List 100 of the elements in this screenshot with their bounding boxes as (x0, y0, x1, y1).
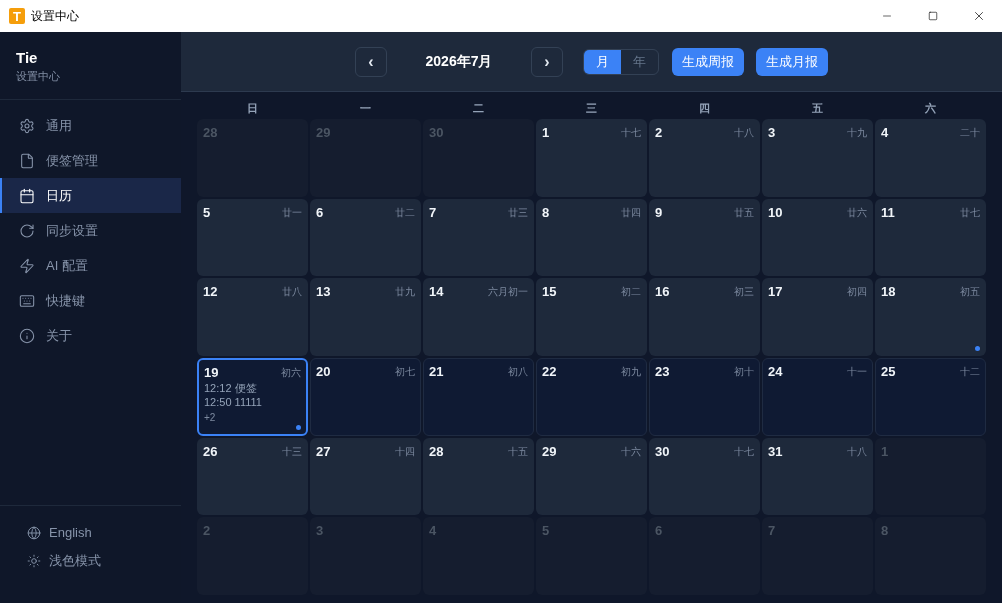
day-cell[interactable]: 31 十八 (762, 437, 873, 516)
day-cell[interactable]: 16 初三 (649, 278, 760, 356)
weekday-label: 日 (247, 101, 258, 117)
day-number: 21 (429, 364, 444, 380)
calendar-icon (19, 187, 35, 204)
day-number: 31 (768, 443, 783, 460)
day-cell[interactable]: 23 初十 (649, 358, 760, 436)
nav-item[interactable]: 日历 (0, 178, 181, 213)
day-cell[interactable]: 22 初九 (536, 358, 647, 436)
day-number: 8 (542, 204, 550, 221)
day-number: 6 (316, 204, 324, 221)
day-cell[interactable]: 9 廿五 (649, 198, 760, 277)
day-cell[interactable]: 24 十一 (762, 358, 873, 436)
day-cell[interactable]: 27 十四 (310, 437, 421, 516)
globe-icon (27, 526, 41, 540)
lunar-date: 十八 (734, 126, 754, 140)
nav-item[interactable]: 关于 (0, 318, 181, 353)
day-cell[interactable]: 10 廿六 (762, 198, 873, 277)
footer-item[interactable]: 浅色模式 (0, 547, 181, 575)
day-cell[interactable]: 26 十三 (197, 437, 308, 516)
lunar-date: 十三 (282, 444, 302, 459)
lunar-date: 十六 (621, 444, 641, 459)
gear-icon (19, 117, 35, 134)
day-number: 28 (429, 443, 444, 460)
day-number: 3 (768, 125, 776, 141)
day-cell[interactable]: 20 初七 (310, 358, 421, 436)
nav-item[interactable]: AI 配置 (0, 248, 181, 283)
app-subtitle: 设置中心 (16, 69, 61, 84)
day-cell[interactable]: 29 十六 (536, 437, 647, 516)
day-cell[interactable]: 25 十二 (875, 358, 986, 436)
more-count[interactable]: +2 (204, 411, 216, 424)
next-month-button[interactable]: › (531, 46, 563, 77)
lunar-date: 廿九 (395, 285, 415, 300)
day-number: 30 (429, 125, 444, 141)
day-cell[interactable]: 1 十七 (536, 119, 647, 197)
view-tab[interactable]: 月 (584, 49, 621, 74)
maximize-icon (928, 11, 938, 21)
lunar-date: 初八 (508, 365, 528, 379)
event-entry[interactable]: 12:12 便签 (204, 381, 257, 395)
day-number: 23 (655, 364, 670, 380)
day-cell[interactable]: 2 十八 (649, 119, 760, 197)
day-number: 24 (768, 364, 783, 380)
day-number: 25 (881, 364, 896, 380)
weekday-label: 二 (473, 101, 484, 117)
event-entry[interactable]: 12:50 11111 (204, 395, 262, 409)
lunar-date: 十七 (734, 444, 754, 459)
day-cell[interactable]: 13 廿九 (310, 278, 421, 356)
document-icon (19, 152, 35, 169)
report-button[interactable]: 生成月报 (756, 47, 828, 76)
day-number: 4 (881, 125, 889, 141)
day-cell[interactable]: 17 初四 (762, 278, 873, 356)
circular-arrow-icon (19, 222, 35, 239)
day-cell[interactable]: 8 廿四 (536, 198, 647, 277)
report-button[interactable]: 生成周报 (672, 47, 744, 76)
day-number: 11 (881, 204, 895, 221)
lunar-date: 十五 (508, 444, 528, 459)
nav-item[interactable]: 快捷键 (0, 283, 181, 318)
weekday-label: 六 (925, 101, 936, 117)
lunar-date: 初七 (395, 365, 415, 379)
day-number: 10 (768, 204, 783, 221)
day-number: 7 (768, 523, 776, 540)
day-number: 20 (316, 364, 331, 380)
day-cell[interactable]: 30 十七 (649, 437, 760, 516)
lunar-date: 廿三 (508, 205, 528, 220)
day-number: 22 (542, 364, 557, 380)
lunar-date: 十一 (847, 365, 867, 379)
window-title: 设置中心 (31, 8, 79, 25)
day-number: 18 (881, 284, 896, 301)
previous-month-button[interactable]: ‹ (355, 46, 387, 77)
day-number: 3 (316, 523, 324, 540)
footer-item[interactable]: English (0, 519, 181, 547)
day-number: 27 (316, 443, 331, 460)
weekday-label: 三 (586, 101, 597, 117)
day-cell[interactable]: 11 廿七 (875, 198, 986, 277)
day-cell[interactable]: 19 初六 12:12 便签 12:50 11111 +2 (197, 358, 308, 436)
lunar-date: 廿六 (847, 205, 867, 220)
day-number: 14 (429, 284, 444, 301)
day-cell[interactable]: 21 初八 (423, 358, 534, 436)
lunar-date: 廿七 (960, 205, 980, 220)
nav-item[interactable]: 通用 (0, 108, 181, 143)
nav-item[interactable]: 便签管理 (0, 143, 181, 178)
day-cell[interactable]: 18 初五 (875, 278, 986, 356)
close-icon (972, 9, 986, 23)
lunar-date: 初五 (960, 285, 980, 300)
day-number: 15 (542, 284, 557, 301)
day-number: 7 (429, 204, 437, 221)
weekday-label: 四 (699, 101, 710, 117)
day-cell[interactable]: 3 十九 (762, 119, 873, 197)
day-cell[interactable]: 28 十五 (423, 437, 534, 516)
nav-item[interactable]: 同步设置 (0, 213, 181, 248)
lightning-icon (19, 257, 35, 274)
day-cell[interactable]: 7 廿三 (423, 198, 534, 277)
day-cell[interactable]: 12 廿八 (197, 278, 308, 356)
sun-icon (27, 554, 41, 568)
lunar-date: 十七 (621, 126, 641, 140)
day-number: 8 (881, 523, 889, 540)
info-icon (19, 327, 35, 344)
lunar-date: 初十 (734, 365, 754, 379)
app-name: Tie (16, 48, 39, 68)
month-title: 2026年7月 (425, 52, 493, 71)
